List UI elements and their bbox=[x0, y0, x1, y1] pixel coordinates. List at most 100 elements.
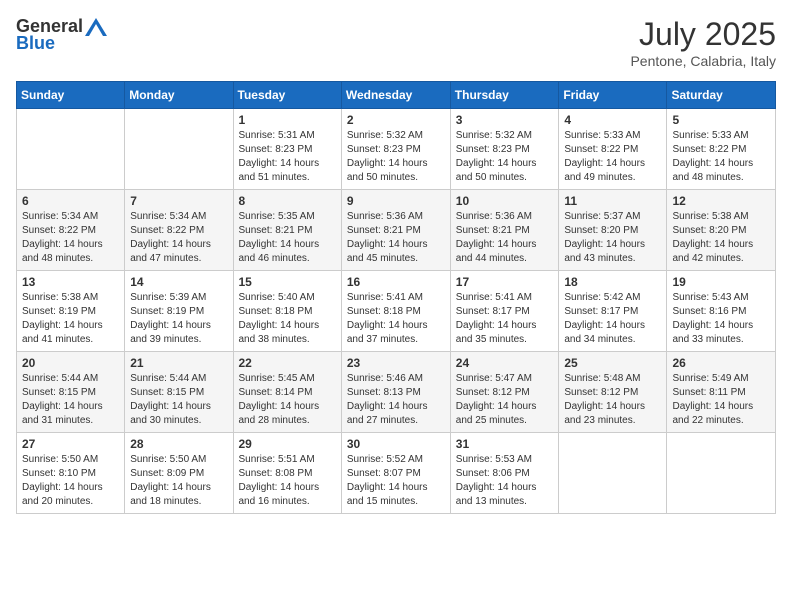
weekday-header: Friday bbox=[559, 82, 667, 109]
logo: General Blue bbox=[16, 16, 107, 54]
calendar-week-row: 20 Sunrise: 5:44 AMSunset: 8:15 PMDayligh… bbox=[17, 352, 776, 433]
calendar-cell: 21Sunrise: 5:44 AMSunset: 8:15 PMDayligh… bbox=[125, 352, 233, 433]
calendar-cell: 1Sunrise: 5:31 AMSunset: 8:23 PMDaylight… bbox=[233, 109, 341, 190]
day-number: 8 bbox=[239, 194, 336, 208]
weekday-header: Thursday bbox=[450, 82, 559, 109]
day-number: 16 bbox=[347, 275, 445, 289]
day-info: Sunrise: 5:31 AMSunset: 8:23 PMDaylight:… bbox=[239, 130, 320, 183]
day-info: Sunrise: 5:38 AMSunset: 8:20 PMDaylight:… bbox=[672, 211, 753, 264]
day-info: Sunrise: 5:42 AMSunset: 8:17 PMDaylight:… bbox=[564, 292, 645, 345]
calendar-cell: 2Sunrise: 5:32 AMSunset: 8:23 PMDaylight… bbox=[341, 109, 450, 190]
day-number: 7 bbox=[130, 194, 227, 208]
weekday-header: Wednesday bbox=[341, 82, 450, 109]
day-info: Sunrise: 5:33 AMSunset: 8:22 PMDaylight:… bbox=[564, 130, 645, 183]
calendar-week-row: 6 Sunrise: 5:34 AMSunset: 8:22 PMDaylight… bbox=[17, 190, 776, 271]
calendar-cell: 26 Sunrise: 5:49 AMSunset: 8:11 PMDayligh… bbox=[667, 352, 776, 433]
day-number: 9 bbox=[347, 194, 445, 208]
calendar-cell: 8 Sunrise: 5:35 AMSunset: 8:21 PMDaylight… bbox=[233, 190, 341, 271]
day-number: 27 bbox=[22, 437, 119, 451]
day-number: 20 bbox=[22, 356, 119, 370]
day-info: Sunrise: 5:45 AMSunset: 8:14 PMDaylight:… bbox=[239, 373, 320, 426]
day-info: Sunrise: 5:53 AMSunset: 8:06 PMDaylight:… bbox=[456, 454, 537, 507]
calendar-cell: 24Sunrise: 5:47 AMSunset: 8:12 PMDayligh… bbox=[450, 352, 559, 433]
calendar-cell: 22 Sunrise: 5:45 AMSunset: 8:14 PMDayligh… bbox=[233, 352, 341, 433]
day-number: 15 bbox=[239, 275, 336, 289]
calendar-cell: 31 Sunrise: 5:53 AMSunset: 8:06 PMDayligh… bbox=[450, 433, 559, 514]
day-number: 23 bbox=[347, 356, 445, 370]
day-number: 12 bbox=[672, 194, 770, 208]
calendar-cell: 4 Sunrise: 5:33 AMSunset: 8:22 PMDaylight… bbox=[559, 109, 667, 190]
day-number: 14 bbox=[130, 275, 227, 289]
calendar-table: SundayMondayTuesdayWednesdayThursdayFrid… bbox=[16, 81, 776, 514]
weekday-header-row: SundayMondayTuesdayWednesdayThursdayFrid… bbox=[17, 82, 776, 109]
day-info: Sunrise: 5:40 AMSunset: 8:18 PMDaylight:… bbox=[239, 292, 320, 345]
weekday-header: Sunday bbox=[17, 82, 125, 109]
day-info: Sunrise: 5:41 AMSunset: 8:18 PMDaylight:… bbox=[347, 292, 428, 345]
page-header: General Blue July 2025 Pentone, Calabria… bbox=[16, 16, 776, 69]
calendar-week-row: 27 Sunrise: 5:50 AMSunset: 8:10 PMDayligh… bbox=[17, 433, 776, 514]
calendar-cell: 5Sunrise: 5:33 AMSunset: 8:22 PMDaylight… bbox=[667, 109, 776, 190]
day-number: 21 bbox=[130, 356, 227, 370]
day-info: Sunrise: 5:36 AMSunset: 8:21 PMDaylight:… bbox=[347, 211, 428, 264]
day-info: Sunrise: 5:35 AMSunset: 8:21 PMDaylight:… bbox=[239, 211, 320, 264]
calendar-cell: 3Sunrise: 5:32 AMSunset: 8:23 PMDaylight… bbox=[450, 109, 559, 190]
calendar-cell: 20 Sunrise: 5:44 AMSunset: 8:15 PMDayligh… bbox=[17, 352, 125, 433]
month-title: July 2025 bbox=[630, 16, 776, 53]
calendar-cell: 18 Sunrise: 5:42 AMSunset: 8:17 PMDayligh… bbox=[559, 271, 667, 352]
calendar-cell: 14 Sunrise: 5:39 AMSunset: 8:19 PMDayligh… bbox=[125, 271, 233, 352]
calendar-cell: 27 Sunrise: 5:50 AMSunset: 8:10 PMDayligh… bbox=[17, 433, 125, 514]
day-info: Sunrise: 5:52 AMSunset: 8:07 PMDaylight:… bbox=[347, 454, 428, 507]
calendar-cell: 30 Sunrise: 5:52 AMSunset: 8:07 PMDayligh… bbox=[341, 433, 450, 514]
day-number: 4 bbox=[564, 113, 661, 127]
day-info: Sunrise: 5:46 AMSunset: 8:13 PMDaylight:… bbox=[347, 373, 428, 426]
calendar-cell: 17 Sunrise: 5:41 AMSunset: 8:17 PMDayligh… bbox=[450, 271, 559, 352]
logo-blue: Blue bbox=[16, 33, 55, 54]
calendar-cell: 25Sunrise: 5:48 AMSunset: 8:12 PMDayligh… bbox=[559, 352, 667, 433]
day-info: Sunrise: 5:39 AMSunset: 8:19 PMDaylight:… bbox=[130, 292, 211, 345]
day-number: 6 bbox=[22, 194, 119, 208]
calendar-cell bbox=[559, 433, 667, 514]
calendar-cell: 29 Sunrise: 5:51 AMSunset: 8:08 PMDayligh… bbox=[233, 433, 341, 514]
day-info: Sunrise: 5:38 AMSunset: 8:19 PMDaylight:… bbox=[22, 292, 103, 345]
day-info: Sunrise: 5:44 AMSunset: 8:15 PMDaylight:… bbox=[22, 373, 103, 426]
day-info: Sunrise: 5:41 AMSunset: 8:17 PMDaylight:… bbox=[456, 292, 537, 345]
day-info: Sunrise: 5:50 AMSunset: 8:09 PMDaylight:… bbox=[130, 454, 211, 507]
calendar-cell: 13 Sunrise: 5:38 AMSunset: 8:19 PMDayligh… bbox=[17, 271, 125, 352]
calendar-cell: 23 Sunrise: 5:46 AMSunset: 8:13 PMDayligh… bbox=[341, 352, 450, 433]
day-info: Sunrise: 5:49 AMSunset: 8:11 PMDaylight:… bbox=[672, 373, 753, 426]
calendar-cell bbox=[667, 433, 776, 514]
day-number: 22 bbox=[239, 356, 336, 370]
title-block: July 2025 Pentone, Calabria, Italy bbox=[630, 16, 776, 69]
day-info: Sunrise: 5:50 AMSunset: 8:10 PMDaylight:… bbox=[22, 454, 103, 507]
weekday-header: Saturday bbox=[667, 82, 776, 109]
day-number: 25 bbox=[564, 356, 661, 370]
weekday-header: Monday bbox=[125, 82, 233, 109]
day-info: Sunrise: 5:34 AMSunset: 8:22 PMDaylight:… bbox=[130, 211, 211, 264]
location-subtitle: Pentone, Calabria, Italy bbox=[630, 53, 776, 69]
calendar-week-row: 13 Sunrise: 5:38 AMSunset: 8:19 PMDayligh… bbox=[17, 271, 776, 352]
day-number: 13 bbox=[22, 275, 119, 289]
calendar-cell: 9 Sunrise: 5:36 AMSunset: 8:21 PMDaylight… bbox=[341, 190, 450, 271]
calendar-cell: 10 Sunrise: 5:36 AMSunset: 8:21 PMDayligh… bbox=[450, 190, 559, 271]
day-number: 31 bbox=[456, 437, 554, 451]
day-info: Sunrise: 5:43 AMSunset: 8:16 PMDaylight:… bbox=[672, 292, 753, 345]
day-number: 26 bbox=[672, 356, 770, 370]
day-info: Sunrise: 5:51 AMSunset: 8:08 PMDaylight:… bbox=[239, 454, 320, 507]
calendar-cell: 19Sunrise: 5:43 AMSunset: 8:16 PMDayligh… bbox=[667, 271, 776, 352]
day-info: Sunrise: 5:37 AMSunset: 8:20 PMDaylight:… bbox=[564, 211, 645, 264]
day-number: 18 bbox=[564, 275, 661, 289]
day-number: 5 bbox=[672, 113, 770, 127]
day-number: 2 bbox=[347, 113, 445, 127]
calendar-cell bbox=[125, 109, 233, 190]
day-number: 29 bbox=[239, 437, 336, 451]
calendar-week-row: 1Sunrise: 5:31 AMSunset: 8:23 PMDaylight… bbox=[17, 109, 776, 190]
day-number: 30 bbox=[347, 437, 445, 451]
day-info: Sunrise: 5:47 AMSunset: 8:12 PMDaylight:… bbox=[456, 373, 537, 426]
day-info: Sunrise: 5:36 AMSunset: 8:21 PMDaylight:… bbox=[456, 211, 537, 264]
day-number: 17 bbox=[456, 275, 554, 289]
weekday-header: Tuesday bbox=[233, 82, 341, 109]
day-number: 10 bbox=[456, 194, 554, 208]
calendar-cell: 12 Sunrise: 5:38 AMSunset: 8:20 PMDayligh… bbox=[667, 190, 776, 271]
calendar-cell: 6Sunrise: 5:34 AMSunset: 8:22 PMDaylight… bbox=[17, 190, 125, 271]
day-number: 3 bbox=[456, 113, 554, 127]
